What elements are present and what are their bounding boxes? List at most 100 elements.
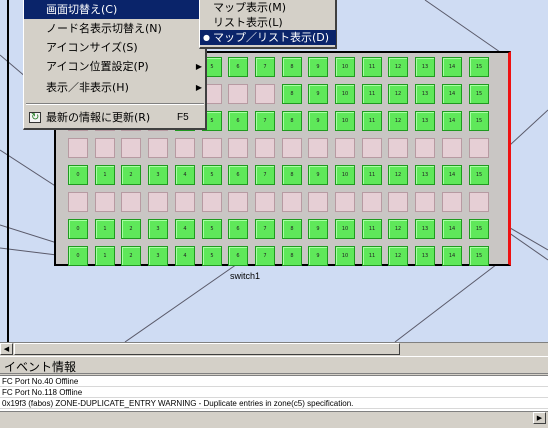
port-empty[interactable]: [415, 138, 435, 158]
port-active[interactable]: 2: [121, 246, 141, 266]
port-active[interactable]: 15: [469, 57, 489, 77]
menu-item-refresh[interactable]: 最新の情報に更新(R) F5: [24, 108, 206, 127]
scroll-thumb[interactable]: [14, 343, 400, 355]
port-empty[interactable]: [442, 192, 462, 212]
event-list[interactable]: FC Port No.40 Offline FC Port No.118 Off…: [0, 375, 548, 411]
port-empty[interactable]: [148, 138, 168, 158]
port-active[interactable]: 11: [362, 111, 382, 131]
port-active[interactable]: 10: [335, 165, 355, 185]
port-active[interactable]: 2: [121, 219, 141, 239]
port-active[interactable]: 9: [308, 219, 328, 239]
port-empty[interactable]: [95, 192, 115, 212]
port-active[interactable]: 4: [175, 246, 195, 266]
port-active[interactable]: 11: [362, 84, 382, 104]
port-active[interactable]: 15: [469, 165, 489, 185]
port-active[interactable]: 14: [442, 246, 462, 266]
scroll-left-arrow-icon[interactable]: ◀: [0, 343, 13, 355]
map-horizontal-scrollbar[interactable]: ◀: [0, 342, 548, 355]
port-active[interactable]: 13: [415, 165, 435, 185]
port-active[interactable]: 11: [362, 219, 382, 239]
port-active[interactable]: 3: [148, 219, 168, 239]
port-empty[interactable]: [442, 138, 462, 158]
port-active[interactable]: 7: [255, 246, 275, 266]
port-active[interactable]: 8: [282, 246, 302, 266]
port-empty[interactable]: [228, 192, 248, 212]
port-empty[interactable]: [388, 192, 408, 212]
port-active[interactable]: 5: [202, 219, 222, 239]
port-active[interactable]: 6: [228, 111, 248, 131]
port-active[interactable]: 7: [255, 111, 275, 131]
port-active[interactable]: 1: [95, 219, 115, 239]
port-active[interactable]: 12: [388, 57, 408, 77]
submenu-item-list-view[interactable]: リスト表示(L): [200, 15, 336, 30]
port-empty[interactable]: [362, 138, 382, 158]
port-active[interactable]: 5: [202, 165, 222, 185]
menu-item-icon-size[interactable]: アイコンサイズ(S): [24, 38, 206, 57]
port-empty[interactable]: [228, 84, 248, 104]
port-active[interactable]: 11: [362, 165, 382, 185]
port-active[interactable]: 13: [415, 84, 435, 104]
port-active[interactable]: 12: [388, 111, 408, 131]
port-empty[interactable]: [228, 138, 248, 158]
port-active[interactable]: 9: [308, 57, 328, 77]
port-active[interactable]: 9: [308, 84, 328, 104]
port-empty[interactable]: [388, 138, 408, 158]
port-active[interactable]: 14: [442, 84, 462, 104]
port-active[interactable]: 5: [202, 246, 222, 266]
port-active[interactable]: 14: [442, 165, 462, 185]
port-active[interactable]: 14: [442, 111, 462, 131]
port-active[interactable]: 9: [308, 246, 328, 266]
port-active[interactable]: 14: [442, 219, 462, 239]
port-empty[interactable]: [335, 192, 355, 212]
event-row[interactable]: 0x19f3 (fabos) ZONE-DUPLICATE_ENTRY WARN…: [0, 398, 548, 409]
port-empty[interactable]: [68, 192, 88, 212]
port-active[interactable]: 3: [148, 165, 168, 185]
port-active[interactable]: 15: [469, 84, 489, 104]
port-empty[interactable]: [121, 138, 141, 158]
port-active[interactable]: 13: [415, 57, 435, 77]
port-empty[interactable]: [175, 138, 195, 158]
port-active[interactable]: 10: [335, 219, 355, 239]
port-active[interactable]: 13: [415, 111, 435, 131]
menu-item-toggle-node-name[interactable]: ノード名表示切替え(N): [24, 19, 206, 38]
port-active[interactable]: 15: [469, 246, 489, 266]
port-empty[interactable]: [68, 138, 88, 158]
port-active[interactable]: 14: [442, 57, 462, 77]
port-active[interactable]: 12: [388, 246, 408, 266]
scroll-right-arrow-icon[interactable]: ▶: [533, 412, 546, 424]
port-empty[interactable]: [335, 138, 355, 158]
port-active[interactable]: 12: [388, 84, 408, 104]
port-active[interactable]: 8: [282, 219, 302, 239]
port-active[interactable]: 6: [228, 219, 248, 239]
port-active[interactable]: 1: [95, 165, 115, 185]
port-empty[interactable]: [308, 192, 328, 212]
port-active[interactable]: 0: [68, 246, 88, 266]
port-active[interactable]: 3: [148, 246, 168, 266]
port-empty[interactable]: [469, 192, 489, 212]
port-active[interactable]: 8: [282, 165, 302, 185]
port-active[interactable]: 0: [68, 219, 88, 239]
port-empty[interactable]: [362, 192, 382, 212]
port-active[interactable]: 8: [282, 111, 302, 131]
port-empty[interactable]: [282, 138, 302, 158]
port-active[interactable]: 12: [388, 219, 408, 239]
port-empty[interactable]: [415, 192, 435, 212]
submenu-item-map-list-view[interactable]: ● マップ／リスト表示(D): [200, 30, 336, 45]
port-active[interactable]: 9: [308, 165, 328, 185]
submenu-item-map-view[interactable]: マップ表示(M): [200, 0, 336, 15]
port-active[interactable]: 4: [175, 165, 195, 185]
port-empty[interactable]: [202, 138, 222, 158]
port-active[interactable]: 8: [282, 84, 302, 104]
port-active[interactable]: 1: [95, 246, 115, 266]
port-active[interactable]: 6: [228, 246, 248, 266]
event-horizontal-scrollbar[interactable]: ▶: [0, 411, 548, 424]
port-active[interactable]: 12: [388, 165, 408, 185]
port-active[interactable]: 13: [415, 219, 435, 239]
port-empty[interactable]: [202, 192, 222, 212]
port-empty[interactable]: [121, 192, 141, 212]
port-empty[interactable]: [175, 192, 195, 212]
port-empty[interactable]: [469, 138, 489, 158]
port-empty[interactable]: [255, 84, 275, 104]
port-active[interactable]: 10: [335, 246, 355, 266]
port-active[interactable]: 6: [228, 57, 248, 77]
